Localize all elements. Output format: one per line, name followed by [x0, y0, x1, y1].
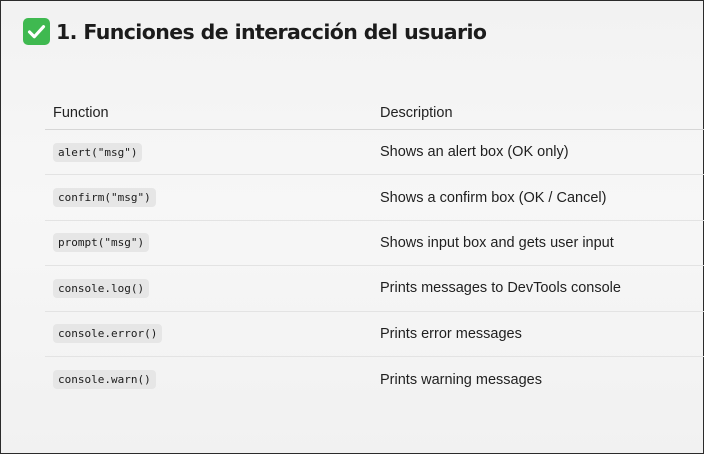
function-description: Shows a confirm box (OK / Cancel)	[380, 189, 607, 206]
column-header-function: Function	[53, 105, 109, 121]
function-code: console.warn()	[53, 370, 156, 390]
function-code: alert("msg")	[53, 142, 143, 162]
table-row: confirm("msg") Shows a confirm box (OK /…	[45, 175, 704, 221]
function-description: Shows an alert box (OK only)	[380, 144, 569, 161]
page-frame: 1. Funciones de interacción del usuario …	[0, 0, 704, 454]
table-row: console.log() Prints messages to DevTool…	[45, 266, 704, 312]
function-description: Prints warning messages	[380, 371, 542, 388]
table-header: Function Description	[45, 97, 704, 130]
function-description: Prints messages to DevTools console	[380, 280, 621, 297]
table-row: console.error() Prints error messages	[45, 312, 704, 357]
function-code: console.error()	[53, 324, 163, 344]
table-row: console.warn() Prints warning messages	[45, 357, 704, 402]
function-code: console.log()	[53, 278, 150, 298]
function-code: prompt("msg")	[53, 233, 150, 253]
function-code: confirm("msg")	[53, 188, 156, 208]
table-row: alert("msg") Shows an alert box (OK only…	[45, 130, 704, 176]
column-header-description: Description	[380, 105, 453, 121]
section-heading: 1. Funciones de interacción del usuario	[23, 18, 487, 45]
check-mark-icon	[23, 18, 50, 45]
page-title: 1. Funciones de interacción del usuario	[56, 19, 487, 44]
function-description: Shows input box and gets user input	[380, 234, 614, 251]
function-description: Prints error messages	[380, 325, 522, 342]
table-row: prompt("msg") Shows input box and gets u…	[45, 221, 704, 267]
functions-table: Function Description alert("msg") Shows …	[45, 97, 704, 402]
